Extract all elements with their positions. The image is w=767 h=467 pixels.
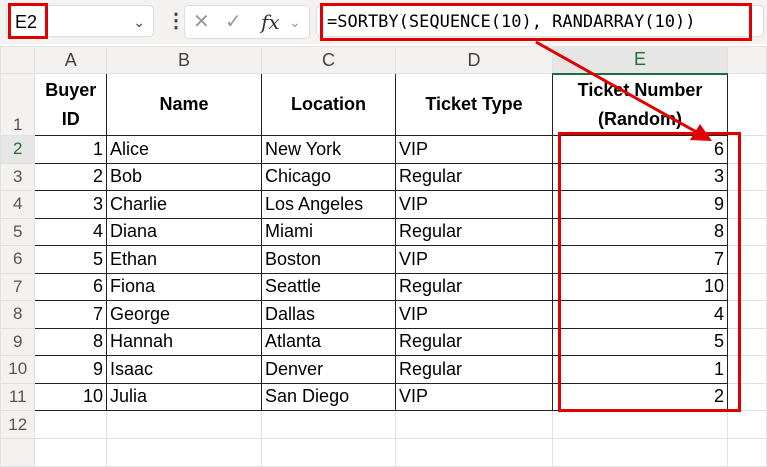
arrow-icon — [0, 0, 767, 446]
